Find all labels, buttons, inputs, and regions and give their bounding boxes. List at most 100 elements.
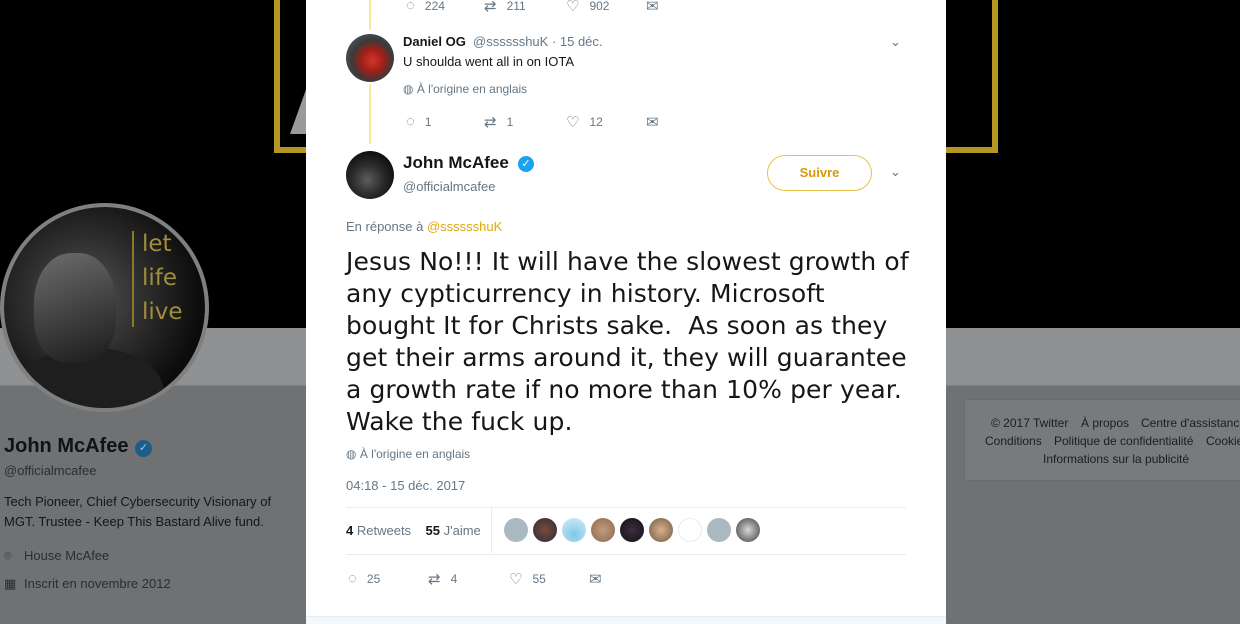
liker-avatars xyxy=(504,518,765,542)
profile-joined: ▦ Inscrit en novembre 2012 xyxy=(4,576,171,592)
like-count: 902 xyxy=(589,0,610,13)
footer-links: © 2017 Twitter À propos Centre d'assista… xyxy=(964,399,1240,481)
avatar-caption: let life live xyxy=(142,227,183,329)
retweet-button[interactable]: ⇄ 4 xyxy=(428,570,457,588)
profile-bio: Tech Pioneer, Chief Cybersecurity Vision… xyxy=(4,494,272,529)
location-pin-icon: ⌾ xyxy=(4,548,12,563)
retweet-icon: ⇄ xyxy=(484,0,497,15)
liker-avatar[interactable] xyxy=(533,518,557,542)
chevron-down-icon[interactable]: ⌄ xyxy=(890,164,901,180)
reply-author-meta[interactable]: @sssssshuK · 15 déc. xyxy=(473,34,603,49)
globe-icon: ◍ xyxy=(403,82,417,96)
main-translate-link[interactable]: ◍ À l'origine en anglais xyxy=(346,447,470,461)
avatar-caption-line: live xyxy=(142,299,183,325)
in-reply-to-mention[interactable]: @sssssshuK xyxy=(427,219,502,234)
footer-link-terms[interactable]: Conditions xyxy=(985,434,1042,448)
retweets-stat-label: Retweets xyxy=(356,523,412,538)
reply-icon: ◌ xyxy=(406,113,415,130)
tweet-timestamp[interactable]: 04:18 - 15 déc. 2017 xyxy=(346,478,465,493)
reply-button[interactable]: ◌ 224 xyxy=(406,0,445,14)
profile-avatar-image: let life live xyxy=(4,207,205,408)
like-button[interactable]: ♡ 12 xyxy=(566,113,603,131)
reply-translate-link[interactable]: ◍ À l'origine en anglais xyxy=(403,82,527,96)
verified-badge-icon: ✓ xyxy=(135,440,152,457)
retweet-count: 1 xyxy=(506,115,514,129)
divider xyxy=(346,507,906,508)
message-button[interactable]: ✉ xyxy=(646,0,669,15)
likes-stat-count: 55 xyxy=(425,523,440,538)
avatar-divider-line xyxy=(132,231,134,327)
heart-icon: ♡ xyxy=(566,114,580,131)
liker-avatar[interactable] xyxy=(620,518,644,542)
main-author-handle[interactable]: @officialmcafee xyxy=(403,179,495,194)
envelope-icon: ✉ xyxy=(589,571,602,588)
main-translate-text: À l'origine en anglais xyxy=(359,447,471,461)
stats-separator xyxy=(491,508,492,553)
footer-link-ads[interactable]: Informations sur la publicité xyxy=(1043,452,1189,466)
footer-link-privacy[interactable]: Politique de confidentialité xyxy=(1054,434,1193,448)
reply-tweet-text: U shoulda went all in on IOTA xyxy=(403,54,575,69)
retweet-icon: ⇄ xyxy=(484,114,497,131)
message-button[interactable]: ✉ xyxy=(589,570,612,588)
liker-avatar[interactable] xyxy=(736,518,760,542)
profile-name[interactable]: John McAfee xyxy=(4,435,128,458)
retweets-stat[interactable]: 4 Retweets xyxy=(346,523,411,538)
reply-icon: ◌ xyxy=(406,0,415,14)
liker-avatar[interactable] xyxy=(649,518,673,542)
like-button[interactable]: ♡ 902 xyxy=(566,0,609,15)
tweet-stats: 4 Retweets 55 J'aime xyxy=(346,523,481,538)
like-count: 12 xyxy=(589,115,603,129)
tweet-modal: ◌ 224 ⇄ 211 ♡ 902 ✉ Daniel OG @sssssshuK · … xyxy=(306,0,946,624)
like-count: 55 xyxy=(532,572,546,586)
divider xyxy=(346,554,906,555)
liker-avatar[interactable] xyxy=(591,518,615,542)
envelope-icon: ✉ xyxy=(646,0,659,15)
thread-line xyxy=(369,84,371,144)
envelope-icon: ✉ xyxy=(646,114,659,131)
like-button[interactable]: ♡ 55 xyxy=(509,570,546,588)
profile-joined-text: Inscrit en novembre 2012 xyxy=(24,576,171,591)
thread-line xyxy=(369,0,371,30)
reply-count: 1 xyxy=(424,114,432,129)
retweet-icon: ⇄ xyxy=(428,571,441,588)
footer-copyright: © 2017 Twitter xyxy=(991,416,1069,430)
profile-avatar[interactable]: let life live xyxy=(0,203,209,412)
avatar-caption-line: life xyxy=(142,265,178,291)
reply-count: 25 xyxy=(366,571,381,586)
in-reply-to: En réponse à @sssssshuK xyxy=(346,219,502,234)
footer-link-about[interactable]: À propos xyxy=(1081,416,1129,430)
follow-button[interactable]: Suivre xyxy=(767,155,872,191)
reply-translate-text: À l'origine en anglais xyxy=(416,82,528,96)
liker-avatar[interactable] xyxy=(678,518,702,542)
reply-icon: ◌ xyxy=(348,570,357,587)
reply-count: 224 xyxy=(424,0,445,13)
calendar-icon: ▦ xyxy=(4,576,17,591)
avatar-face-shape xyxy=(34,253,116,363)
liker-avatar[interactable] xyxy=(504,518,528,542)
reply-button[interactable]: ◌ 1 xyxy=(406,113,432,130)
reply-button[interactable]: ◌ 25 xyxy=(348,570,380,587)
avatar-caption-line: let xyxy=(142,231,172,257)
main-author-avatar[interactable] xyxy=(346,151,394,199)
reply-author-avatar[interactable] xyxy=(346,34,394,82)
heart-icon: ♡ xyxy=(509,571,523,588)
retweet-button[interactable]: ⇄ 1 xyxy=(484,113,513,131)
retweet-count: 4 xyxy=(450,572,458,586)
profile-location: ⌾ House McAfee xyxy=(4,548,109,564)
liker-avatar[interactable] xyxy=(707,518,731,542)
profile-handle[interactable]: @officialmcafee xyxy=(4,463,96,478)
footer-link-cookies[interactable]: Cookies xyxy=(1206,434,1240,448)
in-reply-to-label: En réponse à xyxy=(346,219,424,234)
main-tweet-text: Jesus No!!! It will have the slowest gro… xyxy=(346,247,917,436)
liker-avatar[interactable] xyxy=(562,518,586,542)
reply-author-name[interactable]: Daniel OG xyxy=(403,34,466,49)
footer-link-help[interactable]: Centre d'assistance xyxy=(1141,416,1240,430)
retweets-stat-count: 4 xyxy=(346,523,354,538)
main-author-name[interactable]: John McAfee xyxy=(403,153,509,173)
retweet-button[interactable]: ⇄ 211 xyxy=(484,0,526,15)
profile-location-text: House McAfee xyxy=(24,548,110,563)
chevron-down-icon[interactable]: ⌄ xyxy=(890,34,901,50)
message-button[interactable]: ✉ xyxy=(646,113,669,131)
likes-stat[interactable]: 55 J'aime xyxy=(426,523,481,538)
verified-badge-icon: ✓ xyxy=(518,156,534,172)
